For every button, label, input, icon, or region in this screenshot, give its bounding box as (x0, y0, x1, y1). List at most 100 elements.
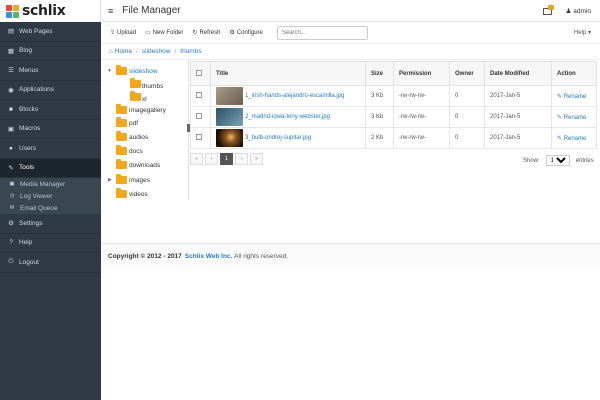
file-thumbnail[interactable] (216, 108, 243, 126)
column-header-owner[interactable]: Owner (449, 61, 485, 86)
file-action-cell: ✎ Rename (551, 85, 597, 107)
prev-page-button[interactable]: ‹ (205, 153, 218, 165)
column-header-permission[interactable]: Permission (393, 61, 450, 86)
sidebar-item-macros[interactable]: ▣ Macros (0, 120, 101, 139)
sidebar-item-applications[interactable]: ◉ Applications (0, 81, 101, 100)
sidebar-item-blog[interactable]: ▦ Blog (0, 42, 101, 61)
rename-button[interactable]: ✎ Rename (557, 115, 586, 121)
rename-button[interactable]: ✎ Rename (557, 136, 586, 142)
table-header-row: Title Size Permission Owner Date Modifie… (190, 61, 597, 86)
help-dropdown[interactable]: Help ▾ (574, 29, 591, 36)
user-name: admin (573, 7, 591, 15)
first-page-button[interactable]: « (190, 153, 203, 165)
sidebar-item-label: Menus (19, 66, 39, 74)
file-name-link[interactable]: 1_irish-hands-alejandro-escamilla.jpg (245, 93, 344, 99)
configure-button[interactable]: ⚙ Configure (229, 29, 263, 37)
page-size-select[interactable]: 15 (545, 155, 570, 166)
select-all-checkbox[interactable] (196, 69, 202, 76)
user-menu[interactable]: ♟ admin (566, 7, 591, 15)
blocks-icon: ■ (9, 105, 13, 113)
tree-label: docs (129, 147, 143, 155)
caret-down-icon[interactable]: ▼ (107, 68, 112, 74)
rename-label: Rename (563, 135, 587, 142)
menu-icon: ☰ (8, 67, 14, 75)
breadcrumb-item[interactable]: slideshow (142, 48, 171, 55)
refresh-button[interactable]: ↻ Refresh (192, 29, 220, 37)
new-folder-icon: ▭ (145, 30, 151, 36)
schlix-logo-icon (6, 4, 19, 18)
column-header-size[interactable]: Size (365, 61, 394, 86)
column-header-title[interactable]: Title (210, 61, 366, 86)
file-action-cell: ✎ Rename (551, 127, 597, 149)
applications-icon: ◉ (8, 86, 14, 94)
configure-label: Configure (236, 29, 263, 36)
upload-button[interactable]: ⇪ Upload (110, 29, 136, 37)
sidebar-item-blocks[interactable]: ■ Blocks (0, 100, 101, 120)
file-title-cell: 1_irish-hands-alejandro-escamilla.jpg (210, 85, 366, 107)
tree-folder-videos[interactable]: videos (116, 188, 148, 199)
tree-label: thumbs (142, 82, 164, 90)
file-thumbnail[interactable] (216, 87, 243, 105)
refresh-icon: ↻ (192, 30, 198, 36)
breadcrumb-home[interactable]: Home (115, 48, 132, 55)
sidebar-item-logout[interactable]: ⏻ Logout (0, 253, 101, 273)
tree-folder-downloads[interactable]: downloads (116, 159, 160, 170)
new-folder-button[interactable]: ▭ New Folder (145, 29, 183, 37)
folder-icon (116, 65, 127, 75)
file-owner: 0 (449, 106, 485, 128)
table-row[interactable]: 3_bulb-ondrej-supitar.jpg 2 Kb -rw-rw-rw… (190, 127, 597, 149)
next-page-button[interactable]: › (235, 153, 248, 165)
sidebar-item-web-pages[interactable]: ▤ Web Pages (0, 22, 101, 42)
select-all-cell[interactable] (190, 61, 211, 86)
tree-label: imagegallery (129, 106, 166, 114)
sidebar-item-media-manager[interactable]: ▣ Media Manager (0, 178, 101, 190)
row-checkbox[interactable] (196, 113, 202, 119)
tree-folder-docs[interactable]: docs (116, 145, 143, 156)
sidebar-item-menus[interactable]: ☰ Menus (0, 61, 101, 81)
entries-label: entries (575, 157, 594, 164)
notification-icon[interactable] (542, 5, 554, 15)
sidebar-item-label: Logout (19, 258, 39, 266)
file-date: 2017-Jan-5 (484, 127, 552, 149)
file-thumbnail[interactable] (216, 129, 243, 147)
edit-icon: ✎ (557, 135, 563, 142)
breadcrumb-item[interactable]: thumbs (180, 48, 201, 55)
rename-label: Rename (563, 114, 587, 121)
file-name-link[interactable]: 2_madrid-iowa-tony-webster.jpg (245, 114, 330, 120)
sidebar-item-email-queue[interactable]: ✉ Email Queue (0, 202, 101, 214)
row-select-cell[interactable] (190, 127, 211, 149)
brand-logo[interactable]: schlix (0, 0, 101, 22)
edit-icon: ✎ (557, 93, 563, 100)
file-name-link[interactable]: 3_bulb-ondrej-supitar.jpg (245, 135, 311, 141)
tree-folder-images[interactable]: images (116, 174, 150, 185)
sidebar-item-log-viewer[interactable]: ◷ Log Viewer (0, 190, 101, 202)
row-checkbox[interactable] (196, 92, 202, 98)
table-row[interactable]: 1_irish-hands-alejandro-escamilla.jpg 3 … (190, 85, 597, 107)
tree-folder-pdf[interactable]: pdf (116, 117, 138, 128)
row-checkbox[interactable] (196, 134, 202, 140)
file-size: 2 Kb (365, 127, 394, 149)
folder-icon (116, 145, 127, 155)
column-header-date-modified[interactable]: Date Modified (484, 61, 552, 86)
table-row[interactable]: 2_madrid-iowa-tony-webster.jpg 3 Kb -rw-… (190, 106, 597, 128)
last-page-button[interactable]: » (250, 153, 263, 165)
caret-right-icon[interactable]: ▶ (108, 177, 112, 183)
sidebar-item-label: Log Viewer (20, 192, 53, 200)
tree-folder-audios[interactable]: audios (116, 131, 149, 142)
tree-folder-imagegallery[interactable]: imagegallery (116, 104, 166, 115)
sidebar-item-help[interactable]: ? Help (0, 234, 101, 253)
sidebar-item-label: Tools (19, 164, 35, 172)
tree-label: audios (129, 133, 149, 141)
company-link[interactable]: Schlix Web Inc. (185, 253, 233, 260)
page-1-button[interactable]: 1 (220, 153, 233, 165)
sidebar-item-tools[interactable]: ✎ Tools (0, 158, 101, 178)
rename-button[interactable]: ✎ Rename (557, 94, 586, 100)
file-action-cell: ✎ Rename (551, 106, 597, 128)
sidebar-item-settings[interactable]: ⚙ Settings (0, 214, 101, 234)
tree-folder-slideshow[interactable]: slideshow (116, 65, 158, 76)
row-select-cell[interactable] (190, 85, 211, 107)
row-select-cell[interactable] (190, 106, 211, 128)
hamburger-icon[interactable]: ≡ (108, 6, 113, 16)
sidebar-item-users[interactable]: ● Users (0, 139, 101, 159)
search-input[interactable] (276, 25, 368, 40)
